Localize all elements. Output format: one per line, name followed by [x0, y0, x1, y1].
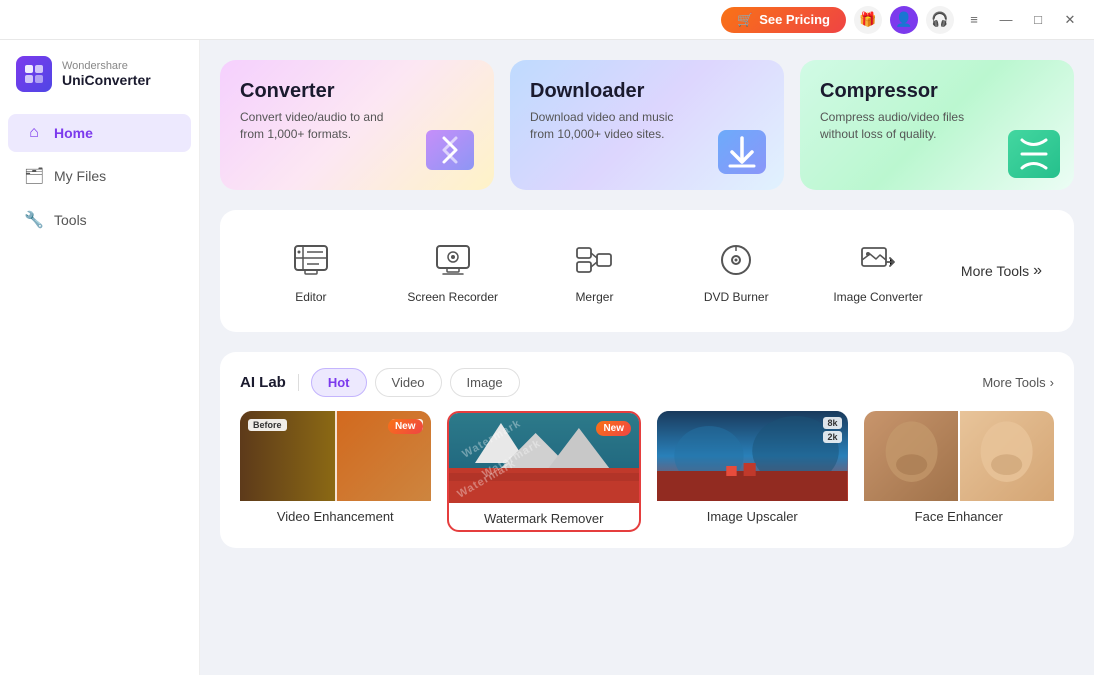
face-left [864, 411, 959, 501]
converter-desc: Convert video/audio to and from 1,000+ f… [240, 109, 410, 143]
tab-image[interactable]: Image [450, 368, 520, 397]
ailab-more-tools[interactable]: More Tools › [982, 375, 1054, 390]
image-upscaler-label: Image Upscaler [657, 501, 848, 528]
ai-cards-grid: Before After New Video Enhancement [240, 411, 1054, 532]
tool-image-converter[interactable]: Image Converter [807, 230, 949, 312]
close-button[interactable]: ✕ [1058, 8, 1082, 32]
image-converter-icon [856, 238, 900, 282]
tools-label: Tools [54, 212, 87, 228]
minimize-button[interactable]: — [994, 8, 1018, 32]
ailab-section: AI Lab Hot Video Image More Tools › [220, 352, 1074, 548]
screen-recorder-icon [431, 238, 475, 282]
tool-merger[interactable]: Merger [524, 230, 666, 312]
tab-video[interactable]: Video [375, 368, 442, 397]
new-badge-video: New [388, 419, 423, 434]
my-files-label: My Files [54, 168, 106, 184]
tools-grid: Editor Screen Recorder [240, 230, 1054, 312]
compressor-title: Compressor [820, 80, 1054, 103]
app-logo-icon [16, 56, 52, 92]
face-enhancer-label: Face Enhancer [864, 501, 1055, 528]
ailab-tabs: AI Lab Hot Video Image [240, 368, 528, 397]
ai-card-image-upscaler[interactable]: 8k 2k Image Upscaler [657, 411, 848, 532]
see-pricing-label: See Pricing [759, 12, 830, 27]
screen-recorder-label: Screen Recorder [407, 290, 498, 304]
video-enhancement-label: Video Enhancement [240, 501, 431, 528]
tool-editor[interactable]: Editor [240, 230, 382, 312]
files-icon: 🗂 [24, 166, 44, 186]
ai-card-watermark-remover[interactable]: Watermark Watermark Watermark New Waterm… [447, 411, 642, 532]
logo-text: Wondershare UniConverter [62, 60, 151, 88]
maximize-button[interactable]: □ [1026, 8, 1050, 32]
downloader-title: Downloader [530, 80, 764, 103]
tab-hot[interactable]: Hot [311, 368, 367, 397]
titlebar: 🛒 See Pricing 🎁 👤 🎧 ≡ — □ ✕ [0, 0, 1094, 40]
more-tools-button[interactable]: More Tools » [949, 254, 1054, 288]
downloader-icon [712, 122, 768, 178]
badge-2k: 2k [823, 431, 841, 443]
image-upscaler-thumb: 8k 2k [657, 411, 848, 501]
sidebar: Wondershare UniConverter ⌂ Home 🗂 My Fil… [0, 40, 200, 675]
converter-title: Converter [240, 80, 474, 103]
compressor-card[interactable]: Compressor Compress audio/video files wi… [800, 60, 1074, 190]
headset-button[interactable]: 🎧 [926, 6, 954, 34]
see-pricing-button[interactable]: 🛒 See Pricing [721, 7, 846, 33]
badge-8k: 8k [823, 417, 841, 429]
menu-button[interactable]: ≡ [962, 8, 986, 32]
ailab-header: AI Lab Hot Video Image More Tools › [240, 368, 1054, 397]
tools-section: Editor Screen Recorder [220, 210, 1074, 332]
gift-button[interactable]: 🎁 [854, 6, 882, 34]
converter-card[interactable]: Converter Convert video/audio to and fro… [220, 60, 494, 190]
ai-card-face-enhancer[interactable]: Face Enhancer [864, 411, 1055, 532]
face-enhancer-thumb [864, 411, 1055, 501]
chevron-icon: › [1050, 375, 1054, 390]
home-icon: ⌂ [24, 124, 44, 142]
editor-icon [289, 238, 333, 282]
upscale-badges: 8k 2k [823, 417, 841, 443]
dvd-burner-icon [714, 238, 758, 282]
editor-label: Editor [295, 290, 326, 304]
sidebar-item-tools[interactable]: 🔧 Tools [8, 200, 191, 240]
hero-cards-section: Converter Convert video/audio to and fro… [220, 60, 1074, 190]
sidebar-item-home[interactable]: ⌂ Home [8, 114, 191, 152]
dvd-burner-label: DVD Burner [704, 290, 769, 304]
downloader-desc: Download video and music from 10,000+ vi… [530, 109, 700, 143]
converter-icon [418, 118, 482, 182]
more-tools-label: More Tools [961, 263, 1029, 279]
image-converter-label: Image Converter [833, 290, 922, 304]
ailab-label: AI Lab [240, 374, 299, 391]
logo-area: Wondershare UniConverter [0, 56, 199, 112]
user-button[interactable]: 👤 [890, 6, 918, 34]
sidebar-item-my-files[interactable]: 🗂 My Files [8, 156, 191, 196]
chevron-right-icon: » [1033, 262, 1042, 280]
merger-icon [572, 238, 616, 282]
watermark-remover-label: Watermark Remover [449, 503, 640, 530]
ai-card-video-enhancement[interactable]: Before After New Video Enhancement [240, 411, 431, 532]
cart-icon: 🛒 [737, 12, 753, 28]
face-divider [958, 411, 960, 501]
main-content: Converter Convert video/audio to and fro… [200, 40, 1094, 675]
compressor-desc: Compress audio/video files without loss … [820, 109, 990, 143]
merger-label: Merger [575, 290, 613, 304]
compressor-icon [1002, 122, 1062, 182]
tool-dvd-burner[interactable]: DVD Burner [665, 230, 807, 312]
tools-icon: 🔧 [24, 210, 44, 230]
more-tools-text: More Tools [982, 375, 1045, 390]
face-right [959, 411, 1054, 501]
tool-screen-recorder[interactable]: Screen Recorder [382, 230, 524, 312]
downloader-card[interactable]: Downloader Download video and music from… [510, 60, 784, 190]
home-label: Home [54, 125, 93, 141]
new-badge-watermark: New [596, 421, 631, 436]
